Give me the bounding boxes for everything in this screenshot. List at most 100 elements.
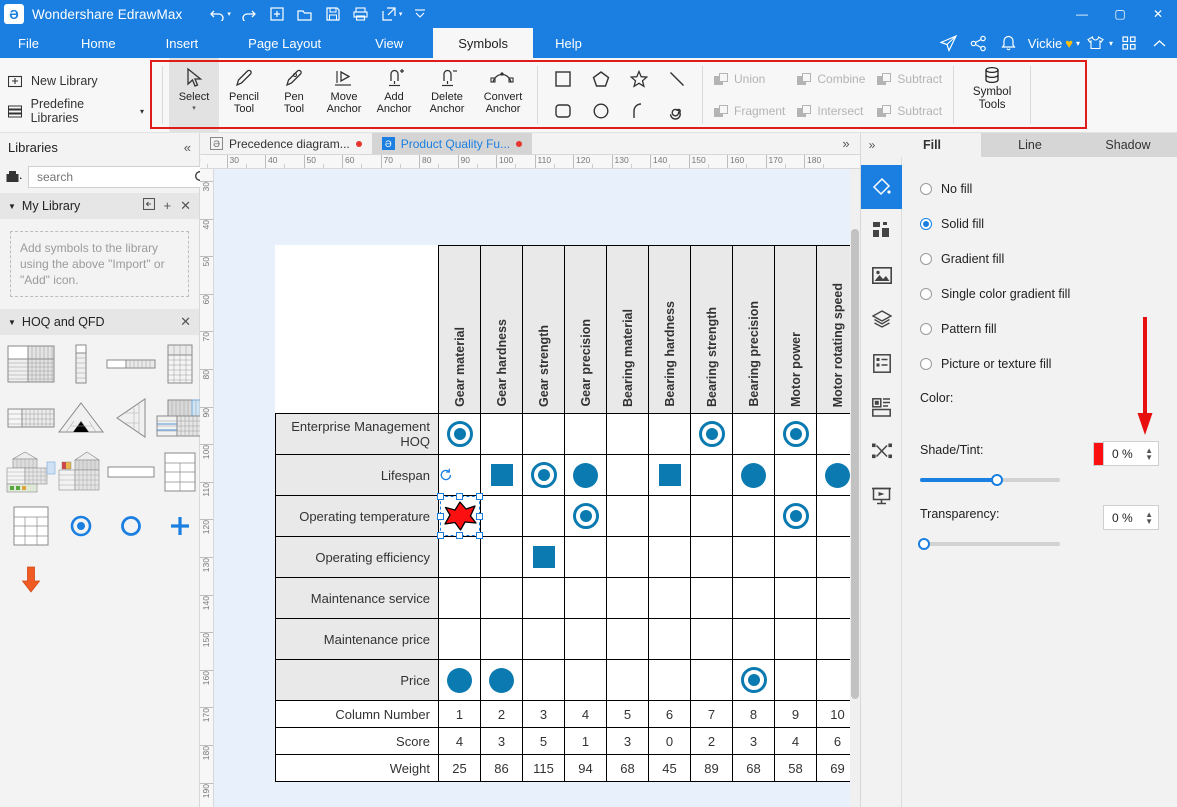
menu-item-home[interactable]: Home	[57, 28, 140, 58]
qfd-cell[interactable]	[648, 413, 691, 455]
qfd-cell[interactable]	[522, 536, 565, 578]
qfd-cell[interactable]	[436, 493, 483, 539]
qfd-footer-cell[interactable]: 0	[648, 727, 691, 755]
qfd-footer-cell[interactable]: 6	[648, 700, 691, 728]
symbol-tools-button[interactable]: Symbol Tools	[960, 58, 1024, 132]
hoq-bar-blank-symbol[interactable]	[106, 451, 156, 493]
qfd-footer-cell[interactable]: 68	[732, 754, 775, 782]
print-button[interactable]	[348, 3, 374, 25]
new-library-button[interactable]: New Library	[8, 66, 144, 96]
delete-anchor-button[interactable]: Delete Anchor	[419, 58, 475, 132]
qfd-cell[interactable]	[774, 659, 817, 701]
qfd-cell[interactable]	[522, 577, 565, 619]
hoq-grid-tall-symbol[interactable]	[156, 343, 204, 385]
resize-handle[interactable]	[456, 493, 463, 500]
export-caret-icon[interactable]: ▾	[399, 10, 403, 18]
rotate-handle-icon[interactable]	[439, 468, 480, 482]
select-tool-button[interactable]: Select ▾	[169, 58, 219, 132]
symbol-plus[interactable]	[156, 505, 204, 547]
qfd-cell[interactable]	[480, 454, 523, 496]
qfd-footer-cell[interactable]: 86	[480, 754, 523, 782]
qfd-matrix[interactable]: Gear material Gear hardness Gear strength G…	[275, 245, 859, 782]
relationship-weak-icon[interactable]	[658, 464, 681, 486]
line-shape-icon[interactable]	[668, 70, 686, 88]
add-icon[interactable]: +	[164, 198, 172, 214]
shade-tint-slider[interactable]	[920, 474, 1060, 486]
radio-solid-fill[interactable]	[920, 217, 932, 230]
pentagon-shape-icon[interactable]	[592, 70, 610, 88]
qfd-cell[interactable]	[480, 413, 523, 455]
hoq-table-4x4-symbol[interactable]	[6, 505, 56, 547]
move-anchor-button[interactable]: Move Anchor	[319, 58, 369, 132]
resize-handle[interactable]	[456, 532, 463, 539]
doc-tab-precedence-diagram[interactable]: Ə Precedence diagram...	[200, 133, 372, 154]
relationship-strong-icon[interactable]	[446, 421, 473, 447]
qfd-cell[interactable]	[774, 536, 817, 578]
qfd-cell[interactable]	[564, 659, 607, 701]
qfd-cell[interactable]	[774, 577, 817, 619]
hoq-matrix-1-symbol[interactable]	[6, 343, 56, 385]
qfd-cell[interactable]	[606, 454, 649, 496]
connector-icon[interactable]	[861, 429, 902, 473]
qfd-cell[interactable]	[522, 659, 565, 701]
qfd-footer-cell[interactable]: 3	[480, 727, 523, 755]
relationship-medium-icon[interactable]	[489, 667, 514, 693]
share-icon[interactable]	[965, 29, 993, 57]
close-button[interactable]: ✕	[1139, 0, 1177, 28]
qfd-footer-cell[interactable]: 45	[648, 754, 691, 782]
send-icon[interactable]	[935, 29, 963, 57]
fragment-button[interactable]: Fragment	[709, 104, 790, 118]
qfd-cell[interactable]	[438, 577, 481, 619]
qfd-cell[interactable]	[732, 413, 775, 455]
user-caret-icon[interactable]: ▾	[1076, 39, 1080, 48]
relationship-weak-icon[interactable]	[532, 546, 555, 568]
relationship-strong-icon[interactable]	[572, 503, 599, 529]
subtract-front-button[interactable]: Subtract	[872, 72, 947, 86]
qfd-cell[interactable]	[690, 413, 733, 455]
qfd-cell[interactable]	[438, 413, 481, 455]
radio-picture-or-texture-fill[interactable]	[920, 357, 932, 370]
menu-item-insert[interactable]: Insert	[140, 28, 225, 58]
select-tool-caret-icon[interactable]: ▾	[192, 103, 196, 115]
qfd-cell[interactable]	[438, 454, 481, 496]
drawing-page[interactable]: Gear material Gear hardness Gear strength G…	[214, 169, 860, 807]
tab-line[interactable]: Line	[981, 133, 1079, 157]
hoq-matrix-blue-symbol[interactable]	[156, 397, 204, 439]
customize-qat-button[interactable]	[407, 3, 433, 25]
add-anchor-button[interactable]: Add Anchor	[369, 58, 419, 132]
fill-option-gradient-fill[interactable]: Gradient fill	[920, 241, 1177, 276]
qfd-cell[interactable]	[648, 536, 691, 578]
image-icon[interactable]	[861, 253, 902, 297]
symbol-down-arrow[interactable]	[6, 559, 56, 601]
hoq-column-strip-symbol[interactable]	[56, 343, 106, 385]
qfd-cell[interactable]	[648, 659, 691, 701]
qfd-cell[interactable]	[438, 618, 481, 660]
circle-shape-icon[interactable]	[592, 102, 610, 120]
radio-single-color-gradient-fill[interactable]	[920, 287, 932, 300]
qfd-cell[interactable]	[606, 536, 649, 578]
relationship-medium-icon[interactable]	[825, 462, 850, 488]
square-shape-icon[interactable]	[554, 70, 572, 88]
menu-item-page-layout[interactable]: Page Layout	[224, 28, 345, 58]
qfd-cell[interactable]	[522, 454, 565, 496]
qfd-footer-cell[interactable]: 94	[564, 754, 607, 782]
fill-bucket-icon[interactable]	[861, 165, 902, 209]
qfd-footer-cell[interactable]: 1	[564, 727, 607, 755]
pen-tool-button[interactable]: Pen Tool	[269, 58, 319, 132]
intersect-button[interactable]: Intersect	[792, 104, 870, 118]
qfd-cell[interactable]	[648, 618, 691, 660]
union-button[interactable]: Union	[709, 72, 790, 86]
scrollbar-thumb[interactable]	[851, 229, 859, 699]
subtract-back-button[interactable]: Subtract	[872, 104, 947, 118]
qfd-cell[interactable]	[564, 495, 607, 537]
qfd-cell[interactable]	[480, 536, 523, 578]
qfd-footer-cell[interactable]: 5	[606, 700, 649, 728]
qfd-footer-cell[interactable]: 115	[522, 754, 565, 782]
new-button[interactable]	[264, 3, 290, 25]
radio-pattern-fill[interactable]	[920, 322, 932, 335]
qfd-cell[interactable]	[522, 618, 565, 660]
qfd-footer-cell[interactable]: 7	[690, 700, 733, 728]
arc-shape-icon[interactable]	[630, 102, 648, 120]
qfd-cell[interactable]	[564, 413, 607, 455]
qfd-cell[interactable]	[480, 659, 523, 701]
